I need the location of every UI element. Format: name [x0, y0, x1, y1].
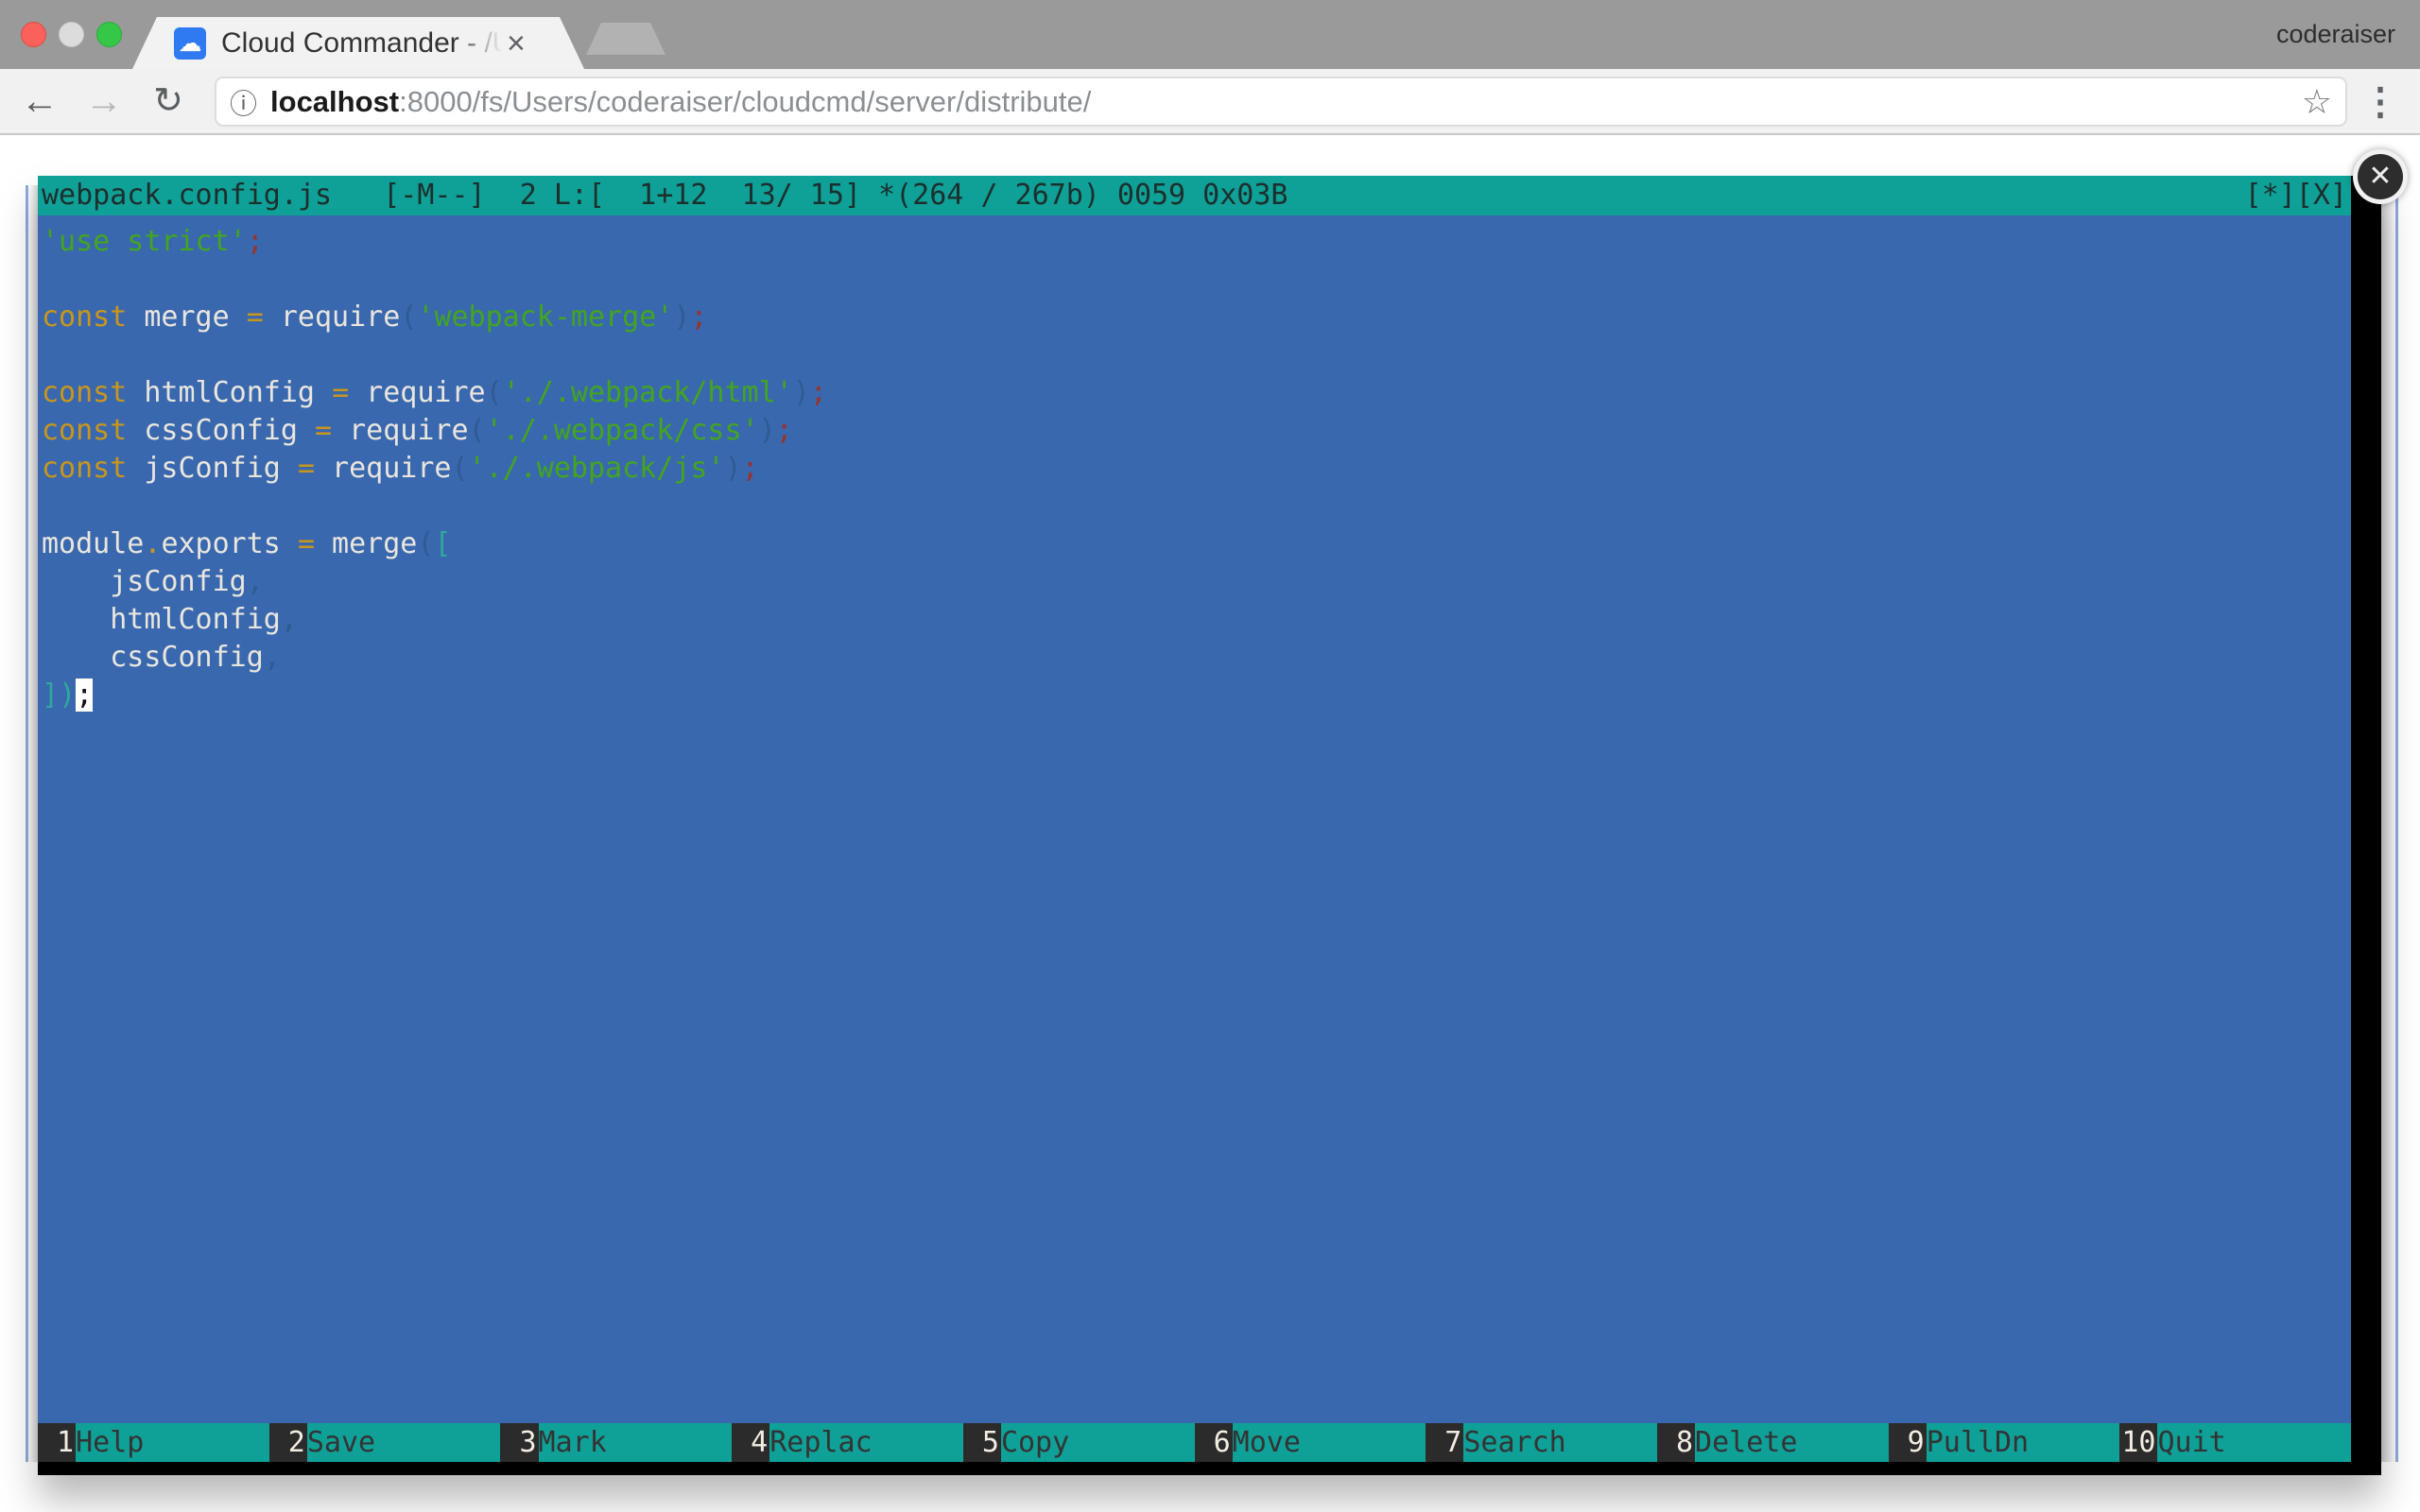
fkey-item[interactable]: 8Delete [1657, 1423, 1889, 1462]
fkey-item[interactable]: 10Quit [2119, 1423, 2351, 1462]
code-line: module.exports = merge([ [42, 525, 2347, 563]
url-path: :8000/fs/Users/coderaiser/cloudcmd/serve… [399, 85, 1091, 118]
code-line: const htmlConfig = require('./.webpack/h… [42, 374, 2347, 412]
code-line: 'use strict'; [42, 223, 2347, 261]
browser-toolbar: ← → ↻ ⓘ localhost:8000/fs/Users/coderais… [0, 69, 2420, 135]
editor-header-flags: [*][X] [2245, 176, 2347, 215]
browser-menu-icon[interactable]: ⋮ [2361, 77, 2399, 127]
code-line [42, 261, 2347, 299]
window-close-button[interactable] [21, 22, 46, 47]
window-zoom-button[interactable] [96, 22, 122, 47]
browser-tab-strip: ☁ Cloud Commander - /Users/co × coderais… [0, 0, 2420, 69]
code-line: cssConfig, [42, 639, 2347, 677]
url-text[interactable]: localhost:8000/fs/Users/coderaiser/cloud… [270, 85, 2290, 119]
code-line [42, 336, 2347, 374]
close-icon: ✕ [2358, 154, 2403, 199]
fkey-item[interactable]: 1Help [38, 1423, 269, 1462]
code-line: jsConfig, [42, 563, 2347, 601]
fkey-item[interactable]: 6Move [1195, 1423, 1426, 1462]
editor-shadow-right [2381, 185, 2395, 1462]
panel-border-right [2395, 185, 2398, 1462]
editor-shadow-left [28, 185, 38, 1462]
back-icon[interactable]: ← [15, 77, 64, 127]
tab-title: Cloud Commander - /Users/co [221, 27, 505, 60]
tab-close-icon[interactable]: × [507, 27, 526, 60]
code-area[interactable]: 'use strict'; const merge = require('webp… [38, 215, 2351, 1423]
code-line: const jsConfig = require('./.webpack/js'… [42, 450, 2347, 488]
browser-tab[interactable]: ☁ Cloud Commander - /Users/co × [132, 17, 584, 69]
cloud-favicon-icon: ☁ [174, 27, 206, 60]
editor-header: webpack.config.js [-M--] 2 L:[ 1+12 13/ … [38, 176, 2351, 215]
fkey-bar: 1Help 2Save 3Mark 4Replac 5Copy 6Move 7S… [38, 1423, 2351, 1462]
editor-overlay: webpack.config.js [-M--] 2 L:[ 1+12 13/ … [38, 176, 2381, 1475]
code-line: htmlConfig, [42, 601, 2347, 639]
address-bar[interactable]: ⓘ localhost:8000/fs/Users/coderaiser/clo… [215, 77, 2347, 127]
editor-header-status: webpack.config.js [-M--] 2 L:[ 1+12 13/ … [42, 176, 1288, 215]
fkey-item[interactable]: 4Replac [732, 1423, 963, 1462]
fkey-item[interactable]: 7Search [1426, 1423, 1657, 1462]
profile-name[interactable]: coderaiser [2276, 20, 2395, 49]
new-tab-button[interactable] [586, 23, 666, 55]
editor-close-button[interactable]: ✕ [2353, 149, 2408, 204]
fkey-item[interactable]: 3Mark [500, 1423, 732, 1462]
fkey-item[interactable]: 2Save [269, 1423, 501, 1462]
code-line: const cssConfig = require('./.webpack/cs… [42, 412, 2347, 450]
fkey-item[interactable]: 5Copy [963, 1423, 1195, 1462]
window-controls [21, 22, 122, 47]
code-line [42, 488, 2347, 525]
code-line: const merge = require('webpack-merge'); [42, 299, 2347, 336]
reload-icon[interactable]: ↻ [144, 77, 193, 127]
url-host: localhost [270, 85, 399, 118]
fkey-item[interactable]: 9PullDn [1889, 1423, 2120, 1462]
window-minimize-button[interactable] [59, 22, 84, 47]
code-line: ]); [42, 677, 2347, 714]
bookmark-star-icon[interactable]: ☆ [2302, 82, 2332, 122]
forward-icon: → [79, 77, 129, 127]
page-info-icon[interactable]: ⓘ [230, 82, 257, 122]
